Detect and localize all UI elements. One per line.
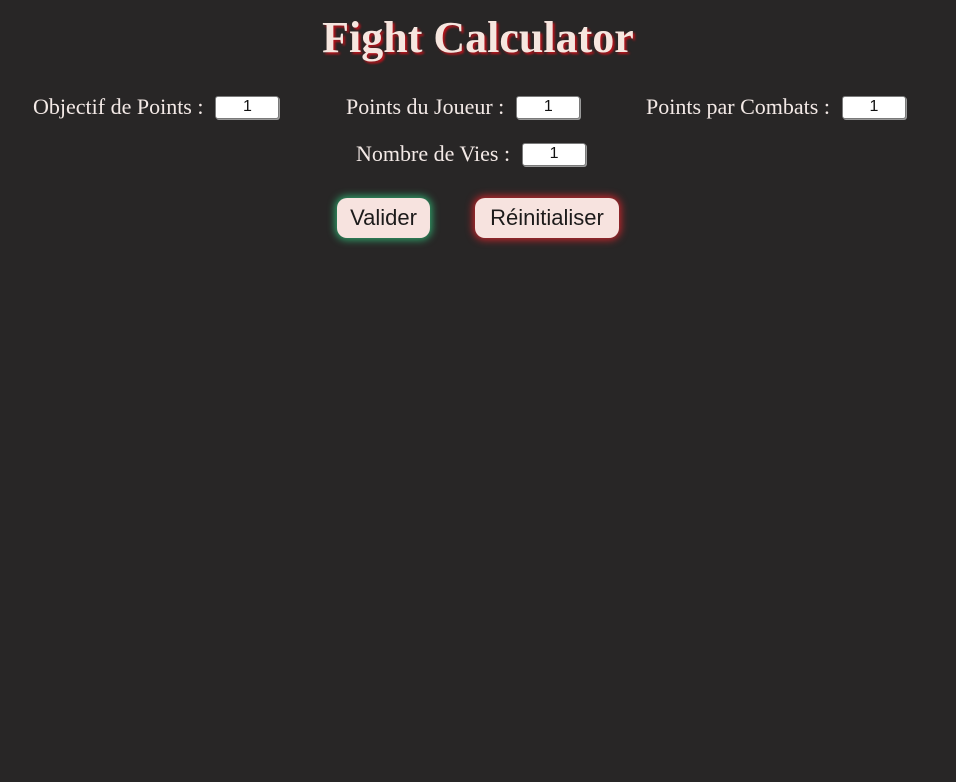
joueur-input[interactable]	[516, 95, 581, 119]
objectif-field: Objectif de Points :	[33, 94, 280, 120]
joueur-label: Points du Joueur :	[346, 94, 505, 119]
vies-field: Nombre de Vies :	[356, 141, 587, 167]
combats-input[interactable]	[841, 95, 906, 119]
validate-button[interactable]: Valider	[337, 198, 430, 238]
objectif-label: Objectif de Points :	[33, 94, 204, 119]
joueur-field: Points du Joueur :	[346, 94, 581, 120]
objectif-input[interactable]	[215, 95, 280, 119]
combats-field: Points par Combats :	[646, 94, 906, 120]
reset-button[interactable]: Réinitialiser	[475, 198, 619, 238]
vies-label: Nombre de Vies :	[356, 141, 511, 166]
vies-input[interactable]	[522, 142, 587, 166]
combats-label: Points par Combats :	[646, 94, 830, 119]
page-title: Fight Calculator	[322, 13, 634, 62]
